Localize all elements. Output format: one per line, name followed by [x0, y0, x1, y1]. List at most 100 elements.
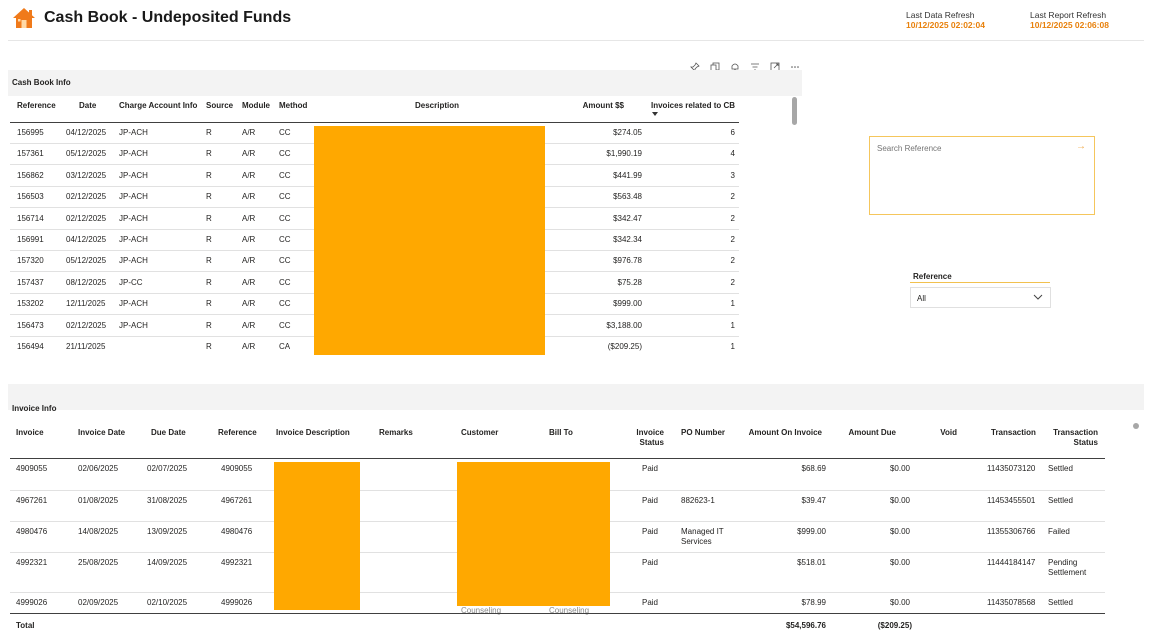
- col-header-remarks[interactable]: Remarks: [379, 428, 413, 437]
- cash-book-title-bar: Cash Book Info: [8, 70, 802, 96]
- col-header-customer[interactable]: Customer: [461, 428, 498, 437]
- redacted-customer-block: [457, 462, 610, 606]
- scroll-indicator[interactable]: [1133, 423, 1139, 429]
- cell-amount: $999.00: [613, 299, 642, 309]
- col-header-invoice[interactable]: Invoice: [16, 428, 44, 437]
- cell-date: 04/12/2025: [66, 128, 107, 137]
- col-header-module[interactable]: Module: [242, 101, 270, 110]
- col-header-reference[interactable]: Reference: [17, 101, 56, 110]
- cell-date: 21/11/2025: [66, 342, 106, 351]
- cell-module: A/R: [242, 128, 256, 137]
- cell-module: A/R: [242, 192, 256, 202]
- cell-source: R: [206, 277, 212, 287]
- cell-invoices-related: 2: [730, 213, 735, 223]
- cell-reference: 156995: [17, 128, 44, 137]
- cell-reference: 157437: [17, 277, 44, 287]
- col-header-amount-on-invoice[interactable]: Amount On Invoice: [740, 428, 822, 437]
- header-divider: [8, 40, 1144, 41]
- cell-invoices-related: 2: [730, 235, 735, 244]
- search-input[interactable]: [877, 141, 1067, 155]
- cell-module: A/R: [242, 320, 256, 330]
- cell-amount-due: $0.00: [889, 464, 910, 473]
- cell-date: 02/12/2025: [66, 320, 107, 330]
- cell-reference: 156503: [17, 192, 44, 202]
- last-data-refresh: Last Data Refresh 10/12/2025 02:02:04: [906, 10, 985, 30]
- cell-method: CC: [279, 170, 291, 180]
- col-header-amount[interactable]: Amount $$: [560, 101, 624, 110]
- arrow-right-icon[interactable]: →: [1076, 141, 1086, 152]
- cell-invoice-status: Paid: [641, 527, 658, 536]
- col-header-description[interactable]: Description: [415, 101, 459, 110]
- col-header-charge-account-info[interactable]: Charge Account Info: [119, 101, 197, 110]
- page-title: Cash Book - Undeposited Funds: [44, 9, 292, 26]
- last-data-refresh-label: Last Data Refresh: [906, 10, 975, 20]
- cell-invoice-date: 02/06/2025: [78, 464, 119, 473]
- search-reference-box[interactable]: →: [869, 136, 1095, 215]
- cell-amount-due: $0.00: [889, 558, 910, 567]
- cell-invoice-status: Paid: [641, 558, 658, 567]
- col-header-method[interactable]: Method: [279, 101, 307, 110]
- cell-reference: 156862: [17, 170, 44, 180]
- col-header-reference[interactable]: Reference: [218, 428, 257, 437]
- cell-transaction-status: Settled: [1048, 496, 1073, 505]
- cell-source: R: [206, 256, 212, 266]
- cell-charge-account-info: JP-ACH: [119, 235, 148, 244]
- col-header-invoice-description[interactable]: Invoice Description: [276, 428, 350, 437]
- cell-source: R: [206, 170, 212, 180]
- cell-reference: 157361: [17, 149, 44, 159]
- col-header-date[interactable]: Date: [79, 101, 96, 110]
- cell-method: CC: [279, 299, 291, 309]
- cell-charge-account-info: JP-CC: [119, 277, 143, 287]
- col-header-invoices-related[interactable]: Invoices related to CB: [651, 101, 735, 110]
- cell-charge-account-info: JP-ACH: [119, 213, 148, 223]
- col-header-po-number[interactable]: PO Number: [681, 428, 725, 437]
- cell-reference: 4980476: [221, 527, 253, 536]
- cell-method: CC: [279, 149, 291, 159]
- col-header-source[interactable]: Source: [206, 101, 233, 110]
- chevron-down-icon: [1033, 294, 1043, 300]
- cell-date: 04/12/2025: [66, 235, 107, 244]
- cell-method: CC: [279, 277, 291, 287]
- cell-date: 02/12/2025: [66, 213, 107, 223]
- cell-source: R: [206, 149, 212, 159]
- cell-charge-account-info: JP-ACH: [119, 256, 148, 266]
- cell-invoice: 4999026: [16, 598, 48, 607]
- cell-source: R: [206, 192, 212, 202]
- col-header-void[interactable]: Void: [930, 428, 957, 437]
- cell-reference: 4909055: [221, 464, 253, 473]
- cell-charge-account-info: JP-ACH: [119, 320, 148, 330]
- reference-dropdown[interactable]: All: [910, 287, 1051, 308]
- cell-amount: $976.78: [613, 256, 642, 266]
- col-header-invoice-date[interactable]: Invoice Date: [78, 428, 125, 437]
- cell-module: A/R: [242, 299, 256, 309]
- cell-invoice: 4980476: [16, 527, 48, 536]
- cell-reference: 156714: [17, 213, 44, 223]
- col-header-transaction[interactable]: Transaction: [991, 428, 1036, 437]
- cell-reference: 156991: [17, 235, 44, 244]
- cell-source: R: [206, 320, 212, 330]
- cell-method: CC: [279, 192, 291, 202]
- cell-invoice-date: 14/08/2025: [78, 527, 119, 536]
- reference-dropdown-value: All: [917, 294, 926, 303]
- cell-reference: 156473: [17, 320, 44, 330]
- header-underline: [10, 122, 739, 123]
- cell-amount-due: $0.00: [889, 527, 910, 536]
- cash-book-scrollbar[interactable]: [792, 97, 797, 125]
- cell-transaction: 11453455501: [987, 496, 1036, 505]
- sort-descending-icon[interactable]: [652, 112, 658, 117]
- cell-method: CC: [279, 320, 291, 330]
- header-underline: [10, 458, 1105, 459]
- col-header-invoice-status[interactable]: Invoice Status: [624, 428, 664, 448]
- col-header-due-date[interactable]: Due Date: [151, 428, 186, 437]
- invoice-table: Invoice Invoice Date Due Date Reference …: [10, 424, 1105, 634]
- cell-invoice: 4909055: [16, 464, 48, 473]
- cell-source: R: [206, 235, 212, 244]
- cell-invoices-related: 4: [730, 149, 735, 159]
- cell-due-date: 13/09/2025: [147, 527, 188, 536]
- col-header-transaction-status[interactable]: Transaction Status: [1048, 428, 1098, 448]
- cell-transaction-status: Settled: [1048, 598, 1073, 607]
- cell-amount: $3,188.00: [606, 320, 642, 330]
- col-header-amount-due[interactable]: Amount Due: [830, 428, 896, 437]
- cell-transaction-status: Pending Settlement: [1048, 558, 1087, 577]
- col-header-bill-to[interactable]: Bill To: [549, 428, 573, 437]
